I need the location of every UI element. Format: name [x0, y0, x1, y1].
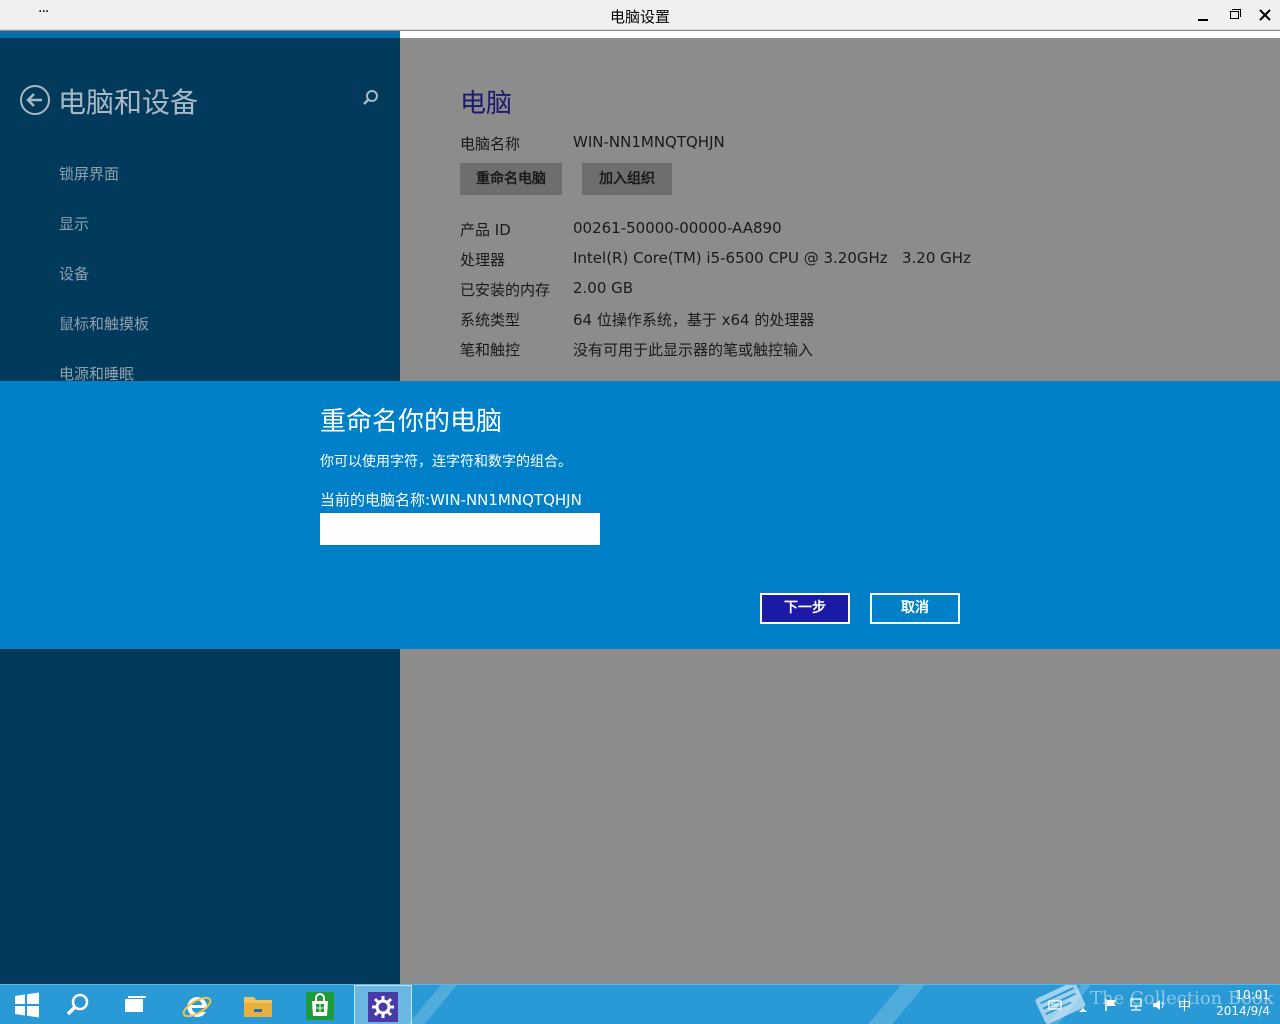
volume-icon[interactable] [1152, 997, 1166, 1011]
dialog-title: 重命名你的电脑 [320, 407, 503, 437]
flag-icon[interactable] [1104, 997, 1118, 1011]
system-type-value: 64 位操作系统，基于 x64 的处理器 [573, 311, 815, 329]
start-icon [15, 992, 39, 1018]
task-view-button[interactable] [108, 985, 166, 1024]
restore-button[interactable] [1221, 5, 1247, 25]
pen-touch-label: 笔和触控 [460, 341, 521, 359]
back-arrow-icon [26, 93, 42, 107]
close-icon [1259, 9, 1271, 21]
file-explorer-button[interactable] [230, 985, 288, 1024]
settings-button[interactable] [354, 985, 412, 1024]
page-title: 电脑 [460, 89, 513, 119]
current-name-value: WIN-NN1MNQTQHJN [430, 491, 582, 509]
current-name-text: 当前的电脑名称:WIN-NN1MNQTQHJN [320, 489, 582, 510]
internet-explorer-button[interactable] [168, 985, 226, 1024]
sidebar-accent-stripe [0, 31, 400, 38]
back-button[interactable] [20, 85, 50, 115]
store-button[interactable] [292, 985, 350, 1024]
settings-icon [368, 992, 398, 1022]
title-bar: ··· 电脑设置 [0, 0, 1280, 30]
clock-date: 2014/9/4 [1216, 1004, 1270, 1018]
processor-label: 处理器 [460, 251, 506, 269]
sidebar-heading: 电脑和设备 [58, 86, 199, 119]
product-id-value: 00261-50000-00000-AA890 [573, 219, 782, 237]
action-center-icon[interactable] [1048, 997, 1062, 1011]
current-name-label: 当前的电脑名称: [320, 491, 431, 509]
search-icon[interactable] [362, 89, 382, 109]
pc-name-value: WIN-NN1MNQTQHJN [573, 133, 725, 151]
window-title: 电脑设置 [609, 8, 670, 26]
join-organization-button[interactable]: 加入组织 [582, 163, 672, 195]
file-explorer-icon [244, 997, 272, 1017]
clock-time: 10:01 [1235, 988, 1270, 1002]
sidebar-item-lock-screen[interactable]: 锁屏界面 [59, 163, 119, 184]
taskbar-decor-stripe [850, 985, 934, 1024]
sidebar-item-devices[interactable]: 设备 [59, 263, 89, 284]
store-icon [306, 992, 334, 1020]
dialog-description: 你可以使用字符，连字符和数字的组合。 [320, 454, 572, 470]
close-button[interactable] [1252, 5, 1278, 25]
task-view-icon [125, 996, 146, 1012]
chevron-up-icon[interactable] [1078, 999, 1092, 1013]
memory-label: 已安装的内存 [460, 281, 551, 299]
next-button[interactable]: 下一步 [760, 593, 850, 624]
internet-explorer-icon [182, 996, 212, 1018]
memory-value: 2.00 GB [573, 279, 634, 297]
rename-pc-dialog: 重命名你的电脑 你可以使用字符，连字符和数字的组合。 当前的电脑名称:WIN-N… [0, 381, 1280, 649]
system-clock[interactable]: 10:01 2014/9/4 [1200, 987, 1270, 1019]
network-icon[interactable] [1128, 997, 1142, 1011]
cancel-button[interactable]: 取消 [870, 593, 960, 624]
pen-touch-value: 没有可用于此显示器的笔或触控输入 [573, 341, 814, 359]
pc-name-label: 电脑名称 [460, 135, 521, 153]
rename-pc-button[interactable]: 重命名电脑 [460, 163, 562, 195]
processor-value: Intel(R) Core(TM) i5-6500 CPU @ 3.20GHz … [573, 249, 971, 267]
content-accent-stripe [400, 31, 1280, 38]
ime-indicator[interactable]: 中 [1178, 995, 1196, 1014]
taskbar: The Collection Book 中 10:01 2014/9/4 [0, 984, 1280, 1024]
system-type-label: 系统类型 [460, 311, 521, 329]
minimize-button[interactable] [1190, 5, 1216, 25]
search-icon [66, 993, 89, 1016]
new-pc-name-input[interactable] [320, 513, 600, 545]
sidebar-item-mouse-touchpad[interactable]: 鼠标和触摸板 [59, 313, 149, 334]
sidebar-item-display[interactable]: 显示 [59, 213, 89, 234]
product-id-label: 产品 ID [460, 221, 511, 239]
restore-icon-front [1230, 11, 1239, 19]
search-button[interactable] [50, 985, 108, 1024]
